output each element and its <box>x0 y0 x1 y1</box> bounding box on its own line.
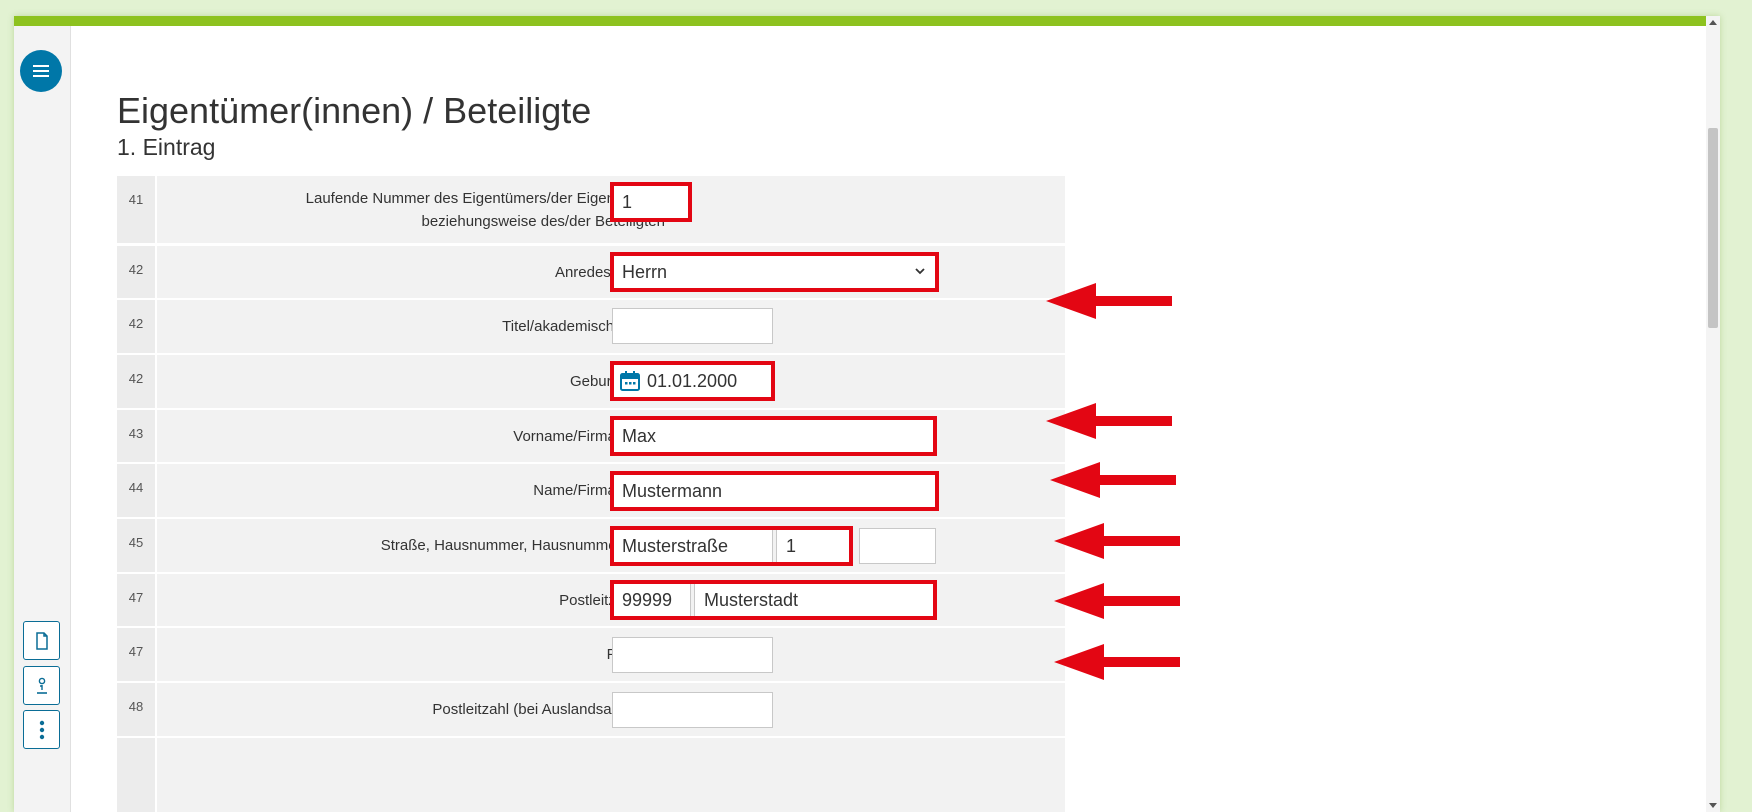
row-number: 47 <box>117 628 155 681</box>
document-button[interactable] <box>23 621 60 660</box>
house-number-input[interactable]: 1 <box>776 528 852 564</box>
form-row-postal-city: 47 Postleitzahl, Ort 99999 Musterstadt <box>117 574 1065 626</box>
birthdate-value: 01.01.2000 <box>647 370 738 391</box>
row-number: 45 <box>117 519 155 572</box>
page-title: Eigentümer(innen) / Beteiligte <box>117 90 592 131</box>
vertical-scrollbar[interactable] <box>1706 16 1720 812</box>
salutation-select[interactable]: Herrn <box>612 254 937 290</box>
form-row-salutation: 42 Anredeschlüssel Herrn <box>117 246 1065 298</box>
firstname-input[interactable]: Max <box>612 418 935 454</box>
po-box-input[interactable] <box>612 637 773 673</box>
row-number: 48 <box>117 683 155 736</box>
form-row-po-box: 47 Postfach <box>117 628 1065 681</box>
foreign-postal-code-input[interactable] <box>612 692 773 728</box>
form-row-foreign-postal: 48 Postleitzahl (bei Auslandsanschrift) <box>117 683 1065 736</box>
row-number: 42 <box>117 300 155 353</box>
form-row-birthdate: 42 Geburtsdatum 01.01.2000 <box>117 355 1065 408</box>
city-input[interactable]: Musterstadt <box>694 582 935 618</box>
scroll-up-arrow-icon[interactable] <box>1709 20 1717 25</box>
document-icon <box>35 631 48 650</box>
salutation-selected-value: Herrn <box>622 261 668 282</box>
academic-title-input[interactable] <box>612 308 773 344</box>
page-subtitle: 1. Eintrag <box>117 134 216 160</box>
more-options-button[interactable] <box>23 710 60 749</box>
row-number: 41 <box>117 176 155 243</box>
form-row-lastname: 44 Name/Firma Zeile 2 Mustermann <box>117 464 1065 517</box>
postal-code-input[interactable]: 99999 <box>612 582 691 618</box>
app-window: Eigentümer(innen) / Beteiligte 1. Eintra… <box>14 16 1720 812</box>
form-row-partial <box>117 738 1065 812</box>
form-row-firstname: 43 Vorname/Firma Zeile 1 Max <box>117 410 1065 462</box>
scroll-down-arrow-icon[interactable] <box>1709 803 1717 808</box>
calendar-icon[interactable] <box>619 370 641 392</box>
row-number: 44 <box>117 464 155 517</box>
house-number-suffix-input[interactable] <box>859 528 936 564</box>
form-row-title: 42 Titel/akademischer Grad <box>117 300 1065 353</box>
person-info-button[interactable] <box>23 666 60 705</box>
row-number: 42 <box>117 355 155 408</box>
form-row-street: 45 Straße, Hausnummer, Hausnummerzusatz … <box>117 519 1065 572</box>
scrollbar-thumb[interactable] <box>1708 128 1718 328</box>
main-content: Eigentümer(innen) / Beteiligte 1. Eintra… <box>104 16 1604 812</box>
person-info-icon <box>36 677 47 694</box>
hamburger-menu-icon <box>33 65 49 77</box>
more-options-icon <box>39 720 44 739</box>
birthdate-input[interactable]: 01.01.2000 <box>612 363 773 399</box>
row-number: 47 <box>117 574 155 626</box>
lastname-input[interactable]: Mustermann <box>612 473 937 509</box>
chevron-down-icon <box>915 268 925 275</box>
row-number: 42 <box>117 246 155 298</box>
hamburger-menu-button[interactable] <box>20 50 62 92</box>
row-number: 43 <box>117 410 155 462</box>
sidebar <box>14 26 71 812</box>
form-row-running-number: 41 Laufende Nummer des Eigentümers/der E… <box>117 176 1065 243</box>
running-number-input[interactable]: 1 <box>612 184 690 220</box>
street-input[interactable]: Musterstraße <box>612 528 773 564</box>
